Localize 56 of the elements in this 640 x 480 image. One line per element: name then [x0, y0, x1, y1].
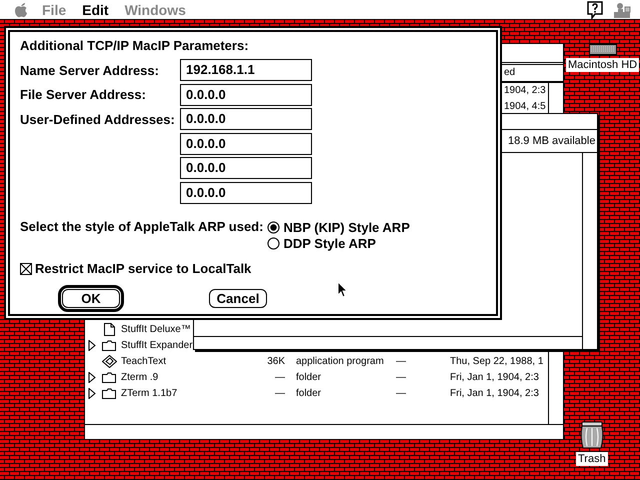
- disk-space-label: 18.9 MB available: [508, 135, 596, 147]
- disclosure-triangle-icon[interactable]: [88, 340, 96, 350]
- apple-icon[interactable]: [14, 2, 28, 18]
- file-name[interactable]: StuffIt Expander: [121, 340, 193, 350]
- file-size: —: [274, 372, 285, 382]
- file-name[interactable]: Zterm .9: [121, 372, 158, 382]
- file-label: —: [396, 372, 407, 382]
- text-field[interactable]: 0.0.0.0: [180, 132, 312, 155]
- dialog-title: Additional TCP/IP MacIP Parameters:: [20, 38, 249, 53]
- file-kind: application program: [295, 356, 385, 366]
- text-field[interactable]: 0.0.0.0: [180, 108, 312, 130]
- file-label: —: [396, 388, 407, 398]
- icon-label[interactable]: Macintosh HD: [566, 58, 640, 72]
- application-icon: [102, 354, 116, 368]
- file-kind: folder: [295, 372, 322, 382]
- field-label: User-Defined Addresses:: [20, 112, 175, 127]
- radio-button[interactable]: [267, 236, 280, 250]
- text-field[interactable]: 192.168.1.1: [180, 59, 312, 82]
- file-date: Fri, Jan 1, 1904, 2:3: [450, 388, 539, 398]
- text-field[interactable]: 0.0.0.0: [180, 157, 312, 180]
- file-name[interactable]: StuffIt Deluxe™: [121, 324, 191, 334]
- help-balloon-icon[interactable]: [586, 0, 604, 18]
- trash-can-icon[interactable]: [578, 421, 605, 449]
- folder-icon: [102, 388, 116, 398]
- folder-icon: [102, 372, 116, 382]
- radio-group-label: Select the style of AppleTalk ARP used:: [20, 219, 264, 236]
- column-header[interactable]: ed: [504, 67, 516, 78]
- radio-label[interactable]: NBP (KIP) Style ARP: [283, 220, 410, 234]
- text-field[interactable]: 0.0.0.0: [180, 84, 312, 106]
- pointer-icon: [337, 281, 348, 298]
- folder-icon: [102, 340, 116, 350]
- icon-label[interactable]: Trash: [576, 452, 608, 466]
- radio-label[interactable]: DDP Style ARP: [283, 236, 376, 250]
- file-date: Fri, Jan 1, 1904, 2:3: [450, 372, 539, 382]
- checkbox[interactable]: [20, 262, 32, 274]
- application-icon[interactable]: [612, 0, 632, 18]
- field-label: File Server Address:: [20, 87, 146, 102]
- file-size: 36K: [266, 356, 285, 366]
- file-name[interactable]: TeachText: [121, 356, 166, 366]
- menu-item[interactable]: Edit: [74, 2, 117, 18]
- radio-button[interactable]: [267, 220, 280, 234]
- file-date: Thu, Sep 22, 1988, 1: [450, 356, 544, 366]
- disclosure-triangle-icon[interactable]: [88, 372, 96, 382]
- file-date: 1904, 2:3: [504, 85, 546, 96]
- file-name[interactable]: ZTerm 1.1b7: [121, 388, 178, 398]
- field-label: Name Server Address:: [20, 62, 159, 78]
- document-icon: [104, 322, 114, 336]
- checkbox-label[interactable]: Restrict MacIP service to LocalTalk: [35, 261, 252, 276]
- file-kind: folder: [295, 388, 322, 398]
- file-date: 1904, 4:5: [504, 101, 546, 112]
- dialog-button[interactable]: Cancel: [209, 289, 267, 308]
- file-label: —: [396, 356, 407, 366]
- disclosure-triangle-icon[interactable]: [88, 388, 96, 398]
- dialog-button[interactable]: OK: [62, 289, 120, 308]
- text-field[interactable]: 0.0.0.0: [180, 182, 312, 204]
- file-size: —: [274, 388, 285, 398]
